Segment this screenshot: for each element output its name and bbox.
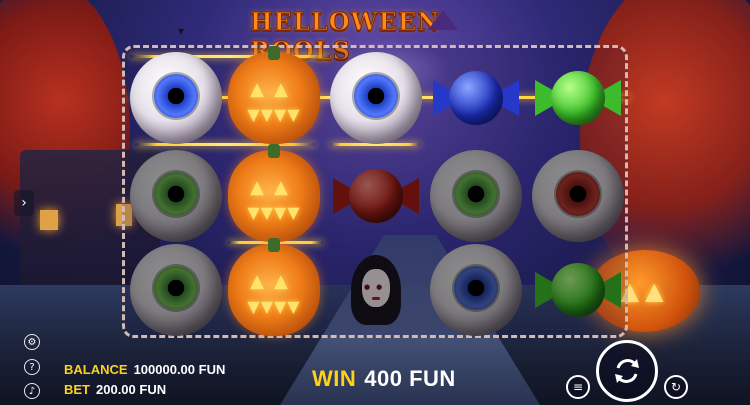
help-icon: ?: [29, 361, 35, 373]
symbol-red-candy: [330, 150, 422, 242]
gear-icon: ⚙: [27, 336, 37, 348]
bet-display: BET 200.00 FUN: [64, 382, 166, 397]
green-eye-icon: [154, 266, 198, 310]
balance-display: BALANCE 100000.00 FUN: [64, 362, 225, 377]
stake-button[interactable]: ≡: [566, 375, 590, 399]
pumpkin-stem: [268, 144, 280, 158]
symbol-pumpkin: ▲▲ ▼▼▼▼: [228, 144, 320, 242]
symbol-pumpkin: ▲▲ ▼▼▼▼: [228, 46, 320, 144]
sound-button[interactable]: ♪: [24, 383, 40, 399]
blue-candy-icon: [449, 71, 503, 125]
red-eye-icon: [556, 172, 600, 216]
menu-expand-button[interactable]: ›: [14, 190, 34, 216]
pumpkin-stem: [268, 238, 280, 252]
red-candy-icon: [349, 169, 403, 223]
blue-eye-icon: [454, 266, 498, 310]
chevron-right-icon: ›: [21, 195, 27, 211]
blue-eye-icon: [354, 74, 398, 118]
bet-value: 200.00 FUN: [96, 382, 167, 397]
symbol-blue-candy: [430, 52, 522, 144]
jack-o-lantern-icon: ▲▲ ▼▼▼▼: [247, 79, 301, 124]
pumpkin-stem: [268, 46, 280, 60]
house-window: [40, 210, 58, 230]
green-eye-icon: [154, 172, 198, 216]
settings-button[interactable]: ⚙: [24, 334, 40, 350]
bet-label: BET: [64, 382, 90, 397]
symbol-vampire-girl: ●●: [330, 244, 422, 336]
jack-o-lantern-icon: ▲▲ ▼▼▼▼: [247, 177, 301, 222]
payline: [135, 143, 315, 146]
jack-o-lantern-icon: ▲▲ ▼▼▼▼: [247, 271, 301, 316]
win-label: WIN: [312, 366, 357, 391]
vampire-eyes: ●●: [364, 283, 389, 291]
symbol-blue-eye: [430, 244, 522, 336]
green-eye-icon: [454, 172, 498, 216]
win-display: WIN 400 FUN: [312, 366, 456, 392]
spin-arrows-icon: [615, 359, 639, 383]
coin-stack-icon: ≡: [572, 380, 584, 394]
green-candy-icon: [551, 71, 605, 125]
speaker-icon: ♪: [28, 385, 36, 397]
symbol-green-eye: [430, 150, 522, 242]
blue-eye-icon: [154, 74, 198, 118]
vampire-girl-icon: ●●: [351, 255, 401, 325]
symbol-green-eye: [130, 244, 222, 336]
symbol-green-candy: [532, 244, 624, 336]
balance-label: BALANCE: [64, 362, 128, 377]
symbol-blue-eye: [330, 52, 422, 144]
spin-button[interactable]: [596, 340, 658, 402]
green-candy-icon: [551, 263, 605, 317]
autoplay-icon: ↻: [670, 380, 682, 394]
win-value: 400 FUN: [364, 366, 456, 391]
symbol-red-eye: [532, 150, 624, 242]
bat-icon: ▾: [178, 24, 185, 38]
symbol-pumpkin: ▲▲ ▼▼▼▼: [228, 238, 320, 336]
help-button[interactable]: ?: [24, 359, 40, 375]
balance-value: 100000.00 FUN: [133, 362, 226, 377]
symbol-green-eye: [130, 150, 222, 242]
symbol-green-candy: [532, 52, 624, 144]
autoplay-button[interactable]: ↻: [664, 375, 688, 399]
vampire-lips: [372, 297, 380, 300]
symbol-blue-eye: [130, 52, 222, 144]
